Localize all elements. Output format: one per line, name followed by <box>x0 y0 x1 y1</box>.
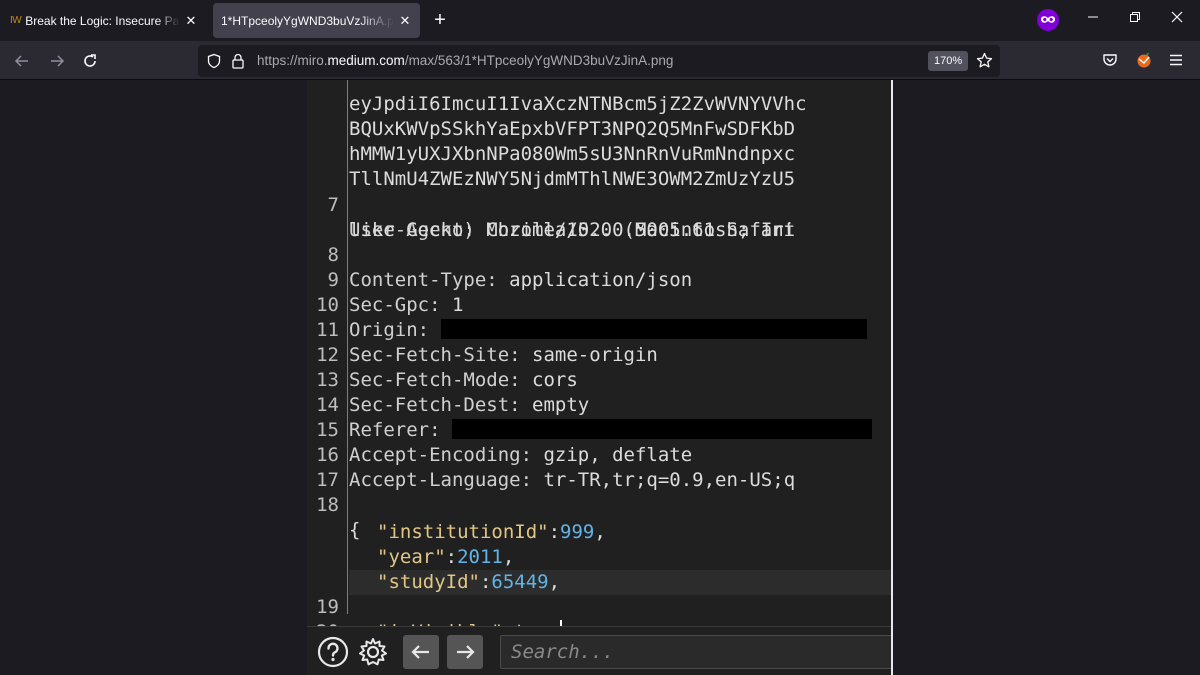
header-value: 1 <box>440 294 464 316</box>
code-line-user-agent: 7 User-Agent: Mozilla/5.0 (Macintosh; In… <box>307 168 796 241</box>
header-value: gzip, deflate <box>532 444 693 466</box>
reload-button[interactable] <box>78 49 102 73</box>
tab-close-icon[interactable]: ✕ <box>180 13 202 29</box>
forward-button[interactable] <box>45 49 69 73</box>
screenshot-image: eyJpdiI6ImcuI1IvaXczNTNBcm5jZ2ZvWVNYVVhc… <box>307 80 893 675</box>
arrow-right-icon <box>457 645 475 659</box>
url-path: /max/563/1*HTpceolyYgWND3buVzJinA.png <box>404 53 674 68</box>
back-button[interactable] <box>10 49 34 73</box>
json-key: "institutionId" <box>377 521 549 543</box>
code-line-sec-gpc: 9 Sec-Gpc: 1 <box>307 243 464 316</box>
code-line-accept-language: 16 Accept-Language: tr-TR,tr;q=0.9,en-US… <box>307 418 795 491</box>
redaction-bar <box>440 319 867 339</box>
json-colon: : <box>479 571 492 593</box>
search-prev-button <box>403 635 439 669</box>
header-value: application/json <box>497 269 693 291</box>
tab-image-png[interactable]: 1*HTpceolyYgWND3buVzJinA.png (P ✕ <box>213 3 420 38</box>
pocket-icon[interactable] <box>1102 52 1118 73</box>
redaction-bar <box>451 419 872 439</box>
help-circle-icon <box>315 635 351 669</box>
request-editor: eyJpdiI6ImcuI1IvaXczNTNBcm5jZ2ZvWVNYVVhc… <box>307 80 893 668</box>
header-value: same-origin <box>520 344 658 366</box>
zoom-level-button[interactable]: 170% <box>928 51 969 71</box>
url-domain: medium.com <box>327 53 405 68</box>
extension-icon[interactable] <box>1135 51 1153 74</box>
code-line-close-brace: 20 } <box>307 595 399 668</box>
json-comma: , <box>594 521 606 543</box>
json-colon: : <box>445 546 458 568</box>
screenshot-edge <box>891 80 893 675</box>
json-comma: , <box>548 571 561 593</box>
editor-search-toolbar: Search... <box>307 626 893 675</box>
json-value: 65449 <box>491 571 549 593</box>
header-value: cors <box>520 369 578 391</box>
header-value: empty <box>520 394 590 416</box>
tab-close-icon[interactable]: ✕ <box>394 13 416 29</box>
code-line-empty: 17 <box>307 443 399 491</box>
menu-hamburger-icon[interactable] <box>1168 52 1184 73</box>
code-text: BQUxKWVpSSkhYaEpxbVFPT3NPQ2Q5MnFwSDFKbD <box>349 118 796 140</box>
json-row-studyId: "studyId":65449, <box>307 545 560 593</box>
url-text[interactable]: https://miro.medium.com/max/563/1*HTpceo… <box>257 53 673 68</box>
code-line-wrapped: TllNmU4ZWEzNWY5NjdmMThlNWE3OWM2ZmUzYzU5 <box>307 142 795 190</box>
code-line-origin: 10 Origin: <box>307 268 867 341</box>
header-value <box>441 419 452 441</box>
reload-icon <box>84 54 96 67</box>
code-line-sec-fetch-dest: 13 Sec-Fetch-Dest: empty <box>307 343 589 416</box>
code-line-wrapped: like Gecko) Chrome/102.0.5005.61 Safari <box>307 193 795 241</box>
tab-title: 1*HTpceolyYgWND3buVzJinA.png (P <box>221 13 394 28</box>
code-text: hMMW1yUXJXbnNPa080Wm5sU3NnRnVuRmNndnpxc <box>349 143 796 165</box>
address-bar[interactable]: https://miro.medium.com/max/563/1*HTpceo… <box>198 45 1000 77</box>
page-viewport: eyJpdiI6ImcuI1IvaXczNTNBcm5jZ2ZvWVNYVVhc… <box>0 80 1200 675</box>
code-line-sec-fetch-site: 11 Sec-Fetch-Site: same-origin <box>307 293 658 366</box>
code-line-referer: 14 Referer: <box>307 368 872 441</box>
json-row-year: "year":2011, <box>307 520 514 568</box>
code-text: TllNmU4ZWEzNWY5NjdmMThlNWE3OWM2ZmUzYzU5 <box>349 168 796 190</box>
search-input: Search... <box>500 635 893 669</box>
code-line-sec-fetch-mode: 12 Sec-Fetch-Mode: cors <box>307 318 578 391</box>
arrow-left-icon <box>14 55 28 67</box>
gear-icon <box>355 635 391 669</box>
code-line-accept-encoding: 15 Accept-Encoding: gzip, deflate <box>307 393 692 466</box>
header-value: tr-TR,tr;q=0.9,en-US;q <box>532 469 796 491</box>
new-tab-button[interactable]: + <box>430 9 450 31</box>
code-line-partial: eyJpdiI6ImcuI1IvaXczNTNBcm5jZ2ZvWVNYVVhc <box>307 80 807 115</box>
lock-icon[interactable] <box>231 53 245 74</box>
arrow-right-icon <box>51 55 65 67</box>
json-row-institutionId: "institutionId":999, <box>307 495 606 543</box>
site-favicon-icon: IW <box>10 15 22 26</box>
code-line-content-type: 8 Content-Type: application/json <box>307 218 693 291</box>
search-next-button <box>447 635 483 669</box>
json-comma: , <box>502 546 515 568</box>
tab-strip: IW Break the Logic: Insecure Param ✕ 1*H… <box>0 0 1200 41</box>
navigation-toolbar: https://miro.medium.com/max/563/1*HTpceo… <box>0 41 1200 80</box>
json-row-isVisible: 19 "isVisible":true <box>307 570 563 643</box>
url-prefix: https://miro. <box>257 53 328 68</box>
restore-button[interactable] <box>1125 10 1145 26</box>
arrow-left-icon <box>411 645 429 659</box>
json-colon: : <box>548 521 561 543</box>
minimize-button[interactable] <box>1083 10 1103 26</box>
tab-title: Break the Logic: Insecure Param <box>25 13 180 28</box>
bookmark-star-icon[interactable] <box>976 52 993 74</box>
close-window-button[interactable] <box>1167 10 1187 26</box>
code-text: eyJpdiI6ImcuI1IvaXczNTNBcm5jZ2ZvWVNYVVhc <box>349 93 807 115</box>
code-line-open-brace: 18 { <box>307 468 399 541</box>
header-value <box>429 319 440 341</box>
header-value: like Gecko) Chrome/102.0.5005.61 Safari <box>349 219 796 241</box>
tab-break-the-logic[interactable]: IW Break the Logic: Insecure Param ✕ <box>2 3 206 38</box>
json-value: 999 <box>560 521 595 543</box>
json-value: 2011 <box>457 546 503 568</box>
code-line-wrapped: hMMW1yUXJXbnNPa080Wm5sU3NnRnVuRmNndnpxc <box>307 117 795 165</box>
code-line-wrapped: BQUxKWVpSSkhYaEpxbVFPT3NPQ2Q5MnFwSDFKbD <box>307 92 795 140</box>
tracking-protection-icon[interactable] <box>206 53 222 74</box>
private-browsing-icon <box>1037 9 1059 31</box>
